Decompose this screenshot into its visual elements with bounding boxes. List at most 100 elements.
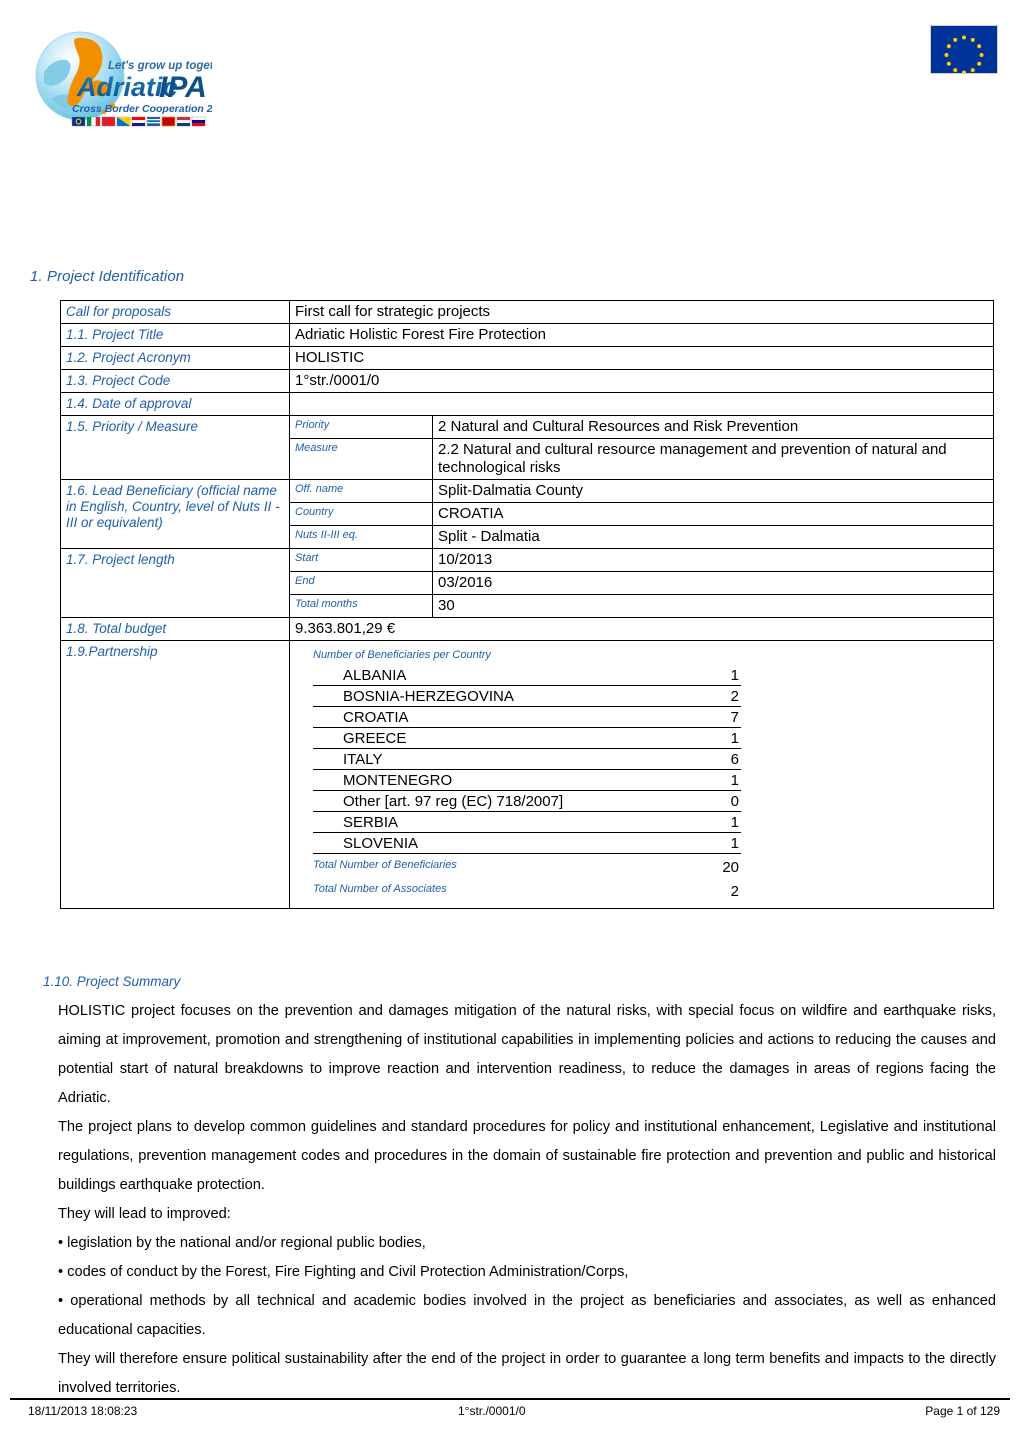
table-row: ALBANIA 1: [313, 665, 741, 686]
sub-value: CROATIA: [438, 505, 504, 522]
sub-value: 2 Natural and Cultural Resources and Ris…: [438, 418, 799, 435]
subrow-off-name: Off. name Split-Dalmatia County: [290, 480, 993, 503]
project-identification-table: Call for proposals First call for strate…: [60, 300, 994, 909]
summary-paragraph: • legislation by the national and/or reg…: [58, 1235, 426, 1251]
svg-text:IPA: IPA: [159, 71, 207, 104]
country-name: SLOVENIA: [313, 832, 697, 854]
table-row: SLOVENIA 1: [313, 832, 741, 854]
row-value: HOLISTIC: [295, 349, 365, 366]
sub-value: Split - Dalmatia: [438, 528, 540, 545]
row-label: 1.5. Priority / Measure: [66, 419, 199, 434]
sub-label: Start: [295, 552, 319, 564]
country-count: 2: [697, 685, 741, 707]
partnership-block: Number of Beneficiaries per Country ALBA…: [290, 641, 993, 908]
sub-value: 2.2 Natural and cultural resource manage…: [438, 441, 947, 476]
beneficiaries-per-country-table: ALBANIA 1 BOSNIA-HERZEGOVINA 2 CROATIA 7…: [313, 665, 741, 854]
table-row-priority-measure: 1.5. Priority / Measure Priority 2 Natur…: [60, 415, 994, 480]
svg-text:Cross Border Cooperation 2007-: Cross Border Cooperation 2007-2013: [72, 103, 212, 115]
sub-label: End: [295, 575, 315, 587]
table-row-lead-beneficiary: 1.6. Lead Beneficiary (official name in …: [60, 479, 994, 549]
document-page: Let's grow up together Adriatic IPA Cros…: [0, 0, 1020, 1443]
table-row-project-acronym: 1.2. Project Acronym HOLISTIC: [60, 346, 994, 370]
sub-label: Country: [295, 506, 334, 518]
total-beneficiaries-label: Total Number of Beneficiaries: [313, 859, 457, 871]
country-name: MONTENEGRO: [313, 769, 697, 791]
country-rows: ALBANIA 1 BOSNIA-HERZEGOVINA 2 CROATIA 7…: [313, 665, 741, 854]
row-label: 1.4. Date of approval: [66, 396, 192, 411]
row-label: 1.6. Lead Beneficiary (official name in …: [66, 483, 280, 530]
sub-label: Nuts II-III eq.: [295, 529, 358, 541]
table-row-project-code: 1.3. Project Code 1°str./0001/0: [60, 369, 994, 393]
table-row-total-budget: 1.8. Total budget 9.363.801,29 €: [60, 617, 994, 641]
country-name: SERBIA: [313, 811, 697, 833]
footer-divider: [10, 1398, 1010, 1400]
summary-paragraph: HOLISTIC project focuses on the preventi…: [58, 1003, 996, 1106]
total-beneficiaries-value: 20: [722, 859, 739, 876]
sub-value: 30: [438, 597, 455, 614]
table-row-date-of-approval: 1.4. Date of approval: [60, 392, 994, 416]
table-row: GREECE 1: [313, 727, 741, 749]
row-value: [290, 393, 993, 415]
country-count: 1: [697, 727, 741, 749]
sub-label: Priority: [295, 419, 330, 431]
table-row-partnership: 1.9.Partnership Number of Beneficiaries …: [60, 640, 994, 909]
table-row: MONTENEGRO 1: [313, 769, 741, 791]
sub-label: Measure: [295, 442, 338, 454]
row-value: Adriatic Holistic Forest Fire Protection: [295, 326, 546, 343]
row-label: 1.2. Project Acronym: [66, 350, 191, 365]
summary-paragraph: They will therefore ensure political sus…: [58, 1351, 996, 1396]
subrow-measure: Measure 2.2 Natural and cultural resourc…: [290, 438, 993, 479]
summary-paragraph: • operational methods by all technical a…: [58, 1293, 996, 1338]
country-name: ITALY: [313, 748, 697, 770]
country-count: 6: [697, 748, 741, 770]
summary-paragraph: The project plans to develop common guid…: [58, 1119, 996, 1193]
country-count: 7: [697, 706, 741, 728]
table-row: Total Number of Associates 2: [313, 878, 741, 902]
priority-measure-subtable: Priority 2 Natural and Cultural Resource…: [290, 416, 993, 479]
row-label: 1.3. Project Code: [66, 373, 171, 388]
country-count: 1: [697, 665, 741, 686]
country-count: 1: [697, 811, 741, 833]
subrow-country: Country CROATIA: [290, 502, 993, 526]
row-label: 1.8. Total budget: [66, 621, 167, 636]
country-count: 0: [697, 790, 741, 812]
country-name: Other [art. 97 reg (EC) 718/2007]: [313, 790, 697, 812]
table-row: Other [art. 97 reg (EC) 718/2007] 0: [313, 790, 741, 812]
row-label: 1.1. Project Title: [66, 327, 164, 342]
sub-value: 10/2013: [438, 551, 493, 568]
table-row-call: Call for proposals First call for strate…: [60, 300, 994, 324]
row-label: 1.7. Project length: [66, 552, 175, 567]
table-row: SERBIA 1: [313, 811, 741, 833]
subrow-start: Start 10/2013: [290, 549, 993, 572]
table-row-project-length: 1.7. Project length Start 10/2013 End 03…: [60, 548, 994, 618]
subrow-end: End 03/2016: [290, 571, 993, 595]
summary-paragraph: They will lead to improved:: [58, 1206, 231, 1222]
row-value: 9.363.801,29 €: [295, 620, 396, 637]
country-count: 1: [697, 769, 741, 791]
summary-paragraph: • codes of conduct by the Forest, Fire F…: [58, 1264, 629, 1280]
subrow-nuts: Nuts II-III eq. Split - Dalmatia: [290, 525, 993, 548]
row-value: 1°str./0001/0: [295, 372, 380, 389]
partnership-totals-table: Total Number of Beneficiaries 20 Total N…: [313, 854, 741, 902]
footer-page-number: Page 1 of 129: [925, 1404, 1000, 1418]
lead-beneficiary-subtable: Off. name Split-Dalmatia County Country …: [290, 480, 993, 548]
beneficiaries-caption: Number of Beneficiaries per Country: [313, 649, 491, 661]
total-associates-label: Total Number of Associates: [313, 883, 447, 895]
adriatic-ipa-logo: Let's grow up together Adriatic IPA Cros…: [32, 24, 257, 134]
project-summary-body: HOLISTIC project focuses on the preventi…: [58, 997, 996, 1403]
eu-flag: [930, 25, 998, 74]
project-summary-title: 1.10. Project Summary: [43, 974, 181, 989]
footer-timestamp: 18/11/2013 18:08:23: [28, 1404, 138, 1418]
country-count: 1: [697, 832, 741, 854]
page-title: 1. Project Identification: [30, 268, 185, 285]
sub-value: 03/2016: [438, 574, 493, 591]
row-label: Call for proposals: [66, 304, 172, 319]
table-row: Total Number of Beneficiaries 20: [313, 854, 741, 878]
table-row: BOSNIA-HERZEGOVINA 2: [313, 685, 741, 707]
sub-label: Off. name: [295, 483, 344, 495]
sub-label: Total months: [295, 598, 358, 610]
total-associates-value: 2: [730, 883, 739, 900]
table-row: ITALY 6: [313, 748, 741, 770]
subrow-priority: Priority 2 Natural and Cultural Resource…: [290, 416, 993, 439]
footer-doc-code: 1°str./0001/0: [458, 1404, 526, 1418]
